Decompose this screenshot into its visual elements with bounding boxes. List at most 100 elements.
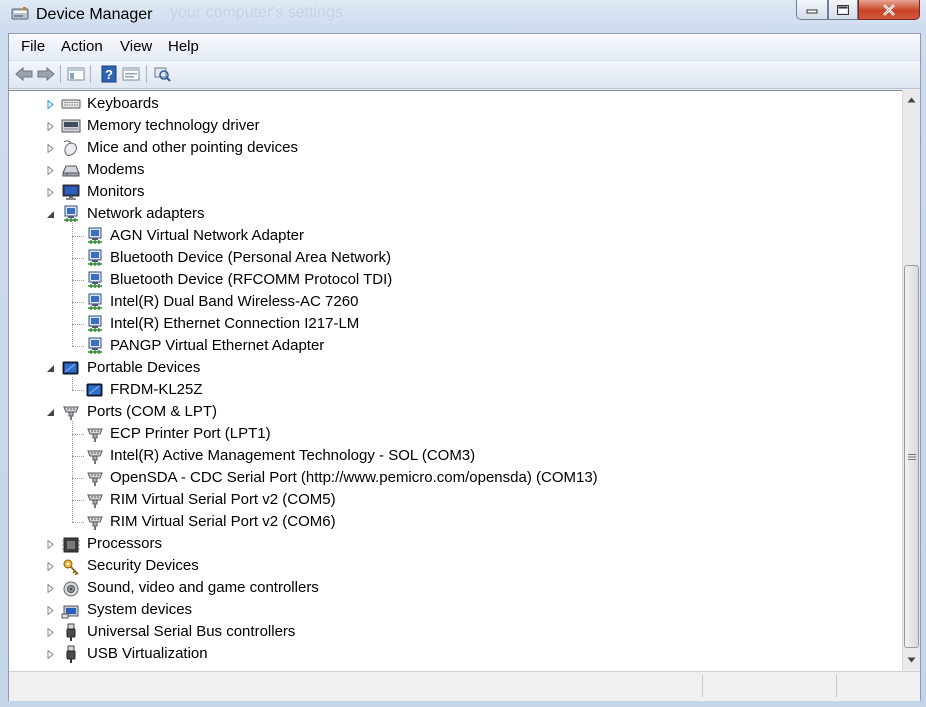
collapsed-triangle-icon[interactable] (45, 143, 55, 153)
tree-connector-line (72, 421, 73, 522)
tree-item-label: Intel(R) Dual Band Wireless-AC 7260 (110, 293, 359, 310)
tree-item-label: Security Devices (87, 557, 199, 574)
tree-category[interactable]: Processors (9, 533, 889, 555)
tree-connector-line (72, 236, 84, 237)
tree-device-item[interactable]: Intel(R) Dual Band Wireless-AC 7260 (9, 291, 889, 313)
network-adapter-icon (61, 205, 81, 223)
scrollbar-thumb[interactable] (904, 265, 919, 648)
tree-category[interactable]: Network adapters (9, 203, 889, 225)
menu-help[interactable]: Help (164, 38, 203, 55)
collapsed-triangle-icon[interactable] (45, 605, 55, 615)
tree-category[interactable]: Sound, video and game controllers (9, 577, 889, 599)
scan-hardware-button[interactable] (152, 64, 172, 84)
tree-device-item[interactable]: OpenSDA - CDC Serial Port (http://www.pe… (9, 467, 889, 489)
tree-category[interactable]: System devices (9, 599, 889, 621)
tree-category[interactable]: Mice and other pointing devices (9, 137, 889, 159)
tree-device-item[interactable]: ECP Printer Port (LPT1) (9, 423, 889, 445)
scroll-down-button[interactable] (903, 651, 920, 668)
forward-button[interactable] (36, 64, 56, 84)
menu-view[interactable]: View (116, 38, 156, 55)
help-button[interactable]: ? (99, 64, 119, 84)
back-button[interactable] (14, 64, 34, 84)
tree-connector-line (72, 302, 84, 303)
tree-item-label: ECP Printer Port (LPT1) (110, 425, 271, 442)
mouse-icon (61, 139, 81, 157)
tree-item-label: OpenSDA - CDC Serial Port (http://www.pe… (110, 469, 598, 486)
collapsed-triangle-icon[interactable] (45, 649, 55, 659)
tree-item-label: Bluetooth Device (Personal Area Network) (110, 249, 391, 266)
tree-device-item[interactable]: Bluetooth Device (RFCOMM Protocol TDI) (9, 269, 889, 291)
collapsed-triangle-icon[interactable] (45, 561, 55, 571)
background-window-text: your computer's settings (170, 4, 343, 21)
client-area: File Action View Help ? Keyboards Memory… (8, 33, 921, 701)
status-bar (9, 671, 920, 701)
close-button[interactable] (858, 0, 920, 20)
expanded-triangle-icon[interactable] (45, 407, 55, 417)
memory-card-icon (61, 117, 81, 135)
tree-device-item[interactable]: RIM Virtual Serial Port v2 (COM6) (9, 511, 889, 533)
tree-item-label: Universal Serial Bus controllers (87, 623, 296, 640)
tree-category[interactable]: Portable Devices (9, 357, 889, 379)
properties-button[interactable] (121, 64, 141, 84)
collapsed-triangle-icon[interactable] (45, 627, 55, 637)
tree-item-label: Memory technology driver (87, 117, 260, 134)
tree-device-item[interactable]: PANGP Virtual Ethernet Adapter (9, 335, 889, 357)
tree-connector-line (72, 390, 84, 391)
tree-device-item[interactable]: Intel(R) Active Management Technology - … (9, 445, 889, 467)
tree-item-label: PANGP Virtual Ethernet Adapter (110, 337, 325, 354)
tree-item-label: RIM Virtual Serial Port v2 (COM6) (110, 513, 336, 530)
processor-icon (61, 535, 81, 553)
tree-category[interactable]: Memory technology driver (9, 115, 889, 137)
tree-connector-line (72, 522, 84, 523)
tree-connector-line (72, 500, 84, 501)
help-icon: ? (101, 65, 117, 83)
collapsed-triangle-icon[interactable] (45, 187, 55, 197)
network-adapter-icon (85, 337, 105, 355)
tree-item-label: Modems (87, 161, 145, 178)
status-pane-divider (836, 675, 837, 697)
toolbar-separator (146, 65, 147, 83)
tree-item-label: RIM Virtual Serial Port v2 (COM5) (110, 491, 336, 508)
status-pane-divider (702, 675, 703, 697)
collapsed-triangle-icon[interactable] (45, 165, 55, 175)
tree-category[interactable]: Universal Serial Bus controllers (9, 621, 889, 643)
scroll-up-button[interactable] (903, 91, 920, 108)
device-tree[interactable]: Keyboards Memory technology driver Mice an… (9, 90, 902, 671)
tree-category[interactable]: Ports (COM & LPT) (9, 401, 889, 423)
tree-device-item[interactable]: RIM Virtual Serial Port v2 (COM5) (9, 489, 889, 511)
menu-file[interactable]: File (17, 38, 49, 55)
tree-category[interactable]: Monitors (9, 181, 889, 203)
title-bar[interactable]: your computer's settings Device Manager (0, 0, 926, 32)
network-adapter-icon (85, 293, 105, 311)
tree-category[interactable]: USB Virtualization (9, 643, 889, 665)
maximize-button[interactable] (828, 0, 858, 20)
tree-connector-line (72, 434, 84, 435)
tree-connector-line (72, 456, 84, 457)
tree-device-item[interactable]: Intel(R) Ethernet Connection I217-LM (9, 313, 889, 335)
minimize-button[interactable] (796, 0, 828, 20)
svg-text:?: ? (105, 67, 113, 82)
collapsed-triangle-icon[interactable] (45, 121, 55, 131)
vertical-scrollbar[interactable] (902, 90, 920, 670)
expanded-triangle-icon[interactable] (45, 209, 55, 219)
network-adapter-icon (85, 315, 105, 333)
collapsed-triangle-icon[interactable] (45, 583, 55, 593)
tree-category[interactable]: Security Devices (9, 555, 889, 577)
port-icon (61, 403, 81, 421)
expanded-triangle-icon[interactable] (45, 363, 55, 373)
tree-item-label: Keyboards (87, 95, 159, 112)
tree-item-label: Bluetooth Device (RFCOMM Protocol TDI) (110, 271, 393, 288)
collapsed-triangle-icon[interactable] (45, 539, 55, 549)
tree-category[interactable]: Modems (9, 159, 889, 181)
close-icon (883, 3, 895, 16)
tree-item-label: Sound, video and game controllers (87, 579, 319, 596)
menu-action[interactable]: Action (57, 38, 107, 55)
collapsed-triangle-icon[interactable] (45, 99, 55, 109)
tree-item-label: Processors (87, 535, 163, 552)
tree-category[interactable]: Keyboards (9, 93, 889, 115)
show-hide-console-tree-button[interactable] (66, 64, 86, 84)
tree-device-item[interactable]: FRDM-KL25Z (9, 379, 889, 401)
tree-device-item[interactable]: AGN Virtual Network Adapter (9, 225, 889, 247)
tree-device-item[interactable]: Bluetooth Device (Personal Area Network) (9, 247, 889, 269)
tree-item-label: Monitors (87, 183, 145, 200)
